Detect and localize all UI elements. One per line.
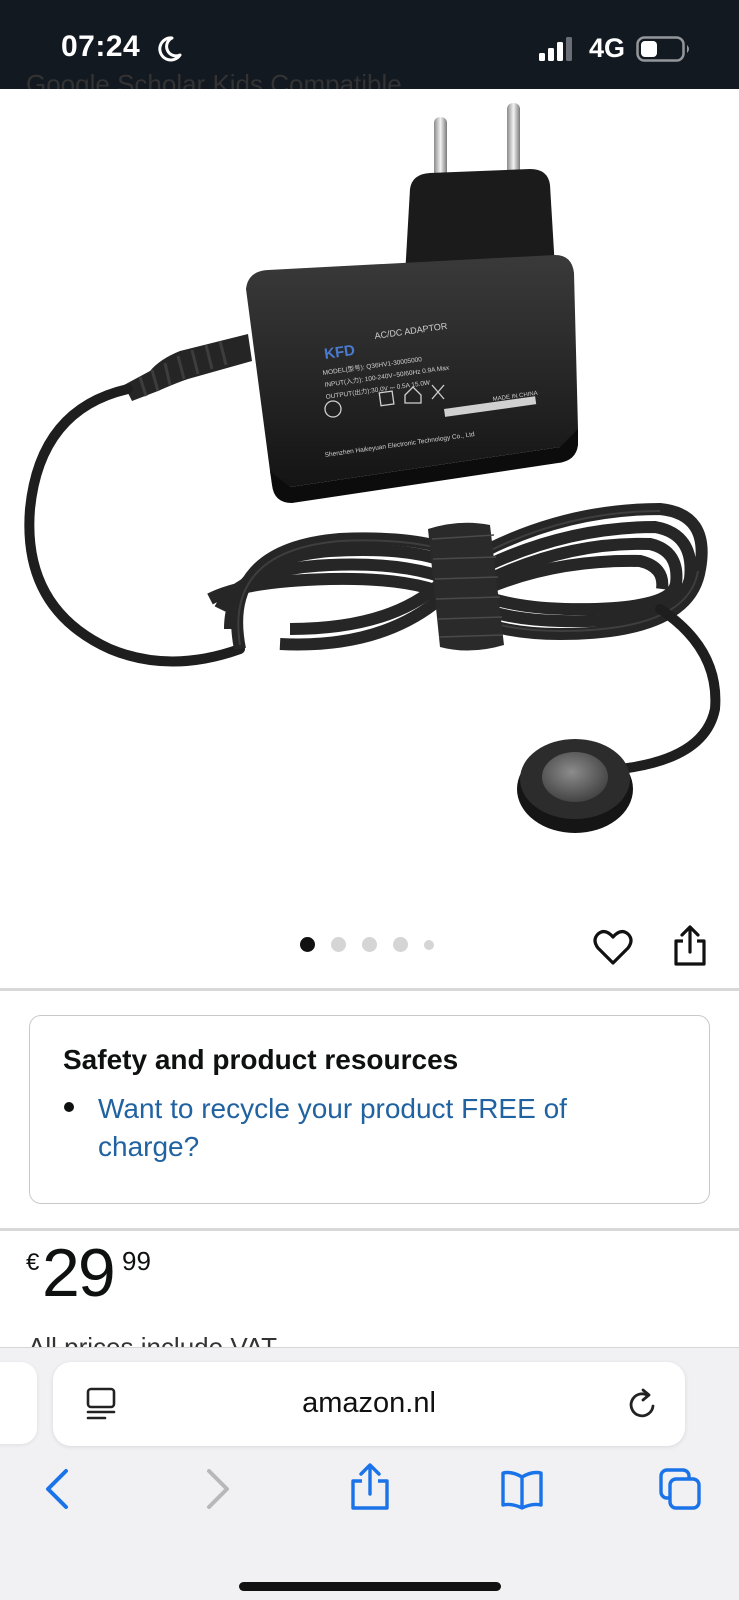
bullet-point xyxy=(64,1102,74,1112)
reload-icon[interactable] xyxy=(627,1387,659,1421)
carousel-dot[interactable] xyxy=(424,939,434,950)
signal-icon xyxy=(539,37,572,61)
section-divider xyxy=(0,988,739,991)
price-fraction: 99 xyxy=(122,1246,151,1276)
battery-icon xyxy=(636,36,689,62)
share-icon[interactable] xyxy=(348,1463,392,1511)
carousel-dot[interactable] xyxy=(331,937,346,952)
safety-title: Safety and product resources xyxy=(63,1044,459,1075)
previous-tab-preview[interactable] xyxy=(0,1362,37,1444)
tabs-icon[interactable] xyxy=(658,1467,702,1511)
bookmarks-icon[interactable] xyxy=(500,1467,544,1511)
browser-toolbar: amazon.nl xyxy=(0,1347,739,1600)
recycle-link[interactable]: Want to recycle your product FREE of cha… xyxy=(98,1090,658,1166)
network-label: 4G xyxy=(589,33,626,63)
address-bar[interactable]: amazon.nl xyxy=(53,1362,685,1446)
carousel-dot[interactable] xyxy=(300,937,315,952)
heart-icon[interactable] xyxy=(593,928,633,966)
vat-note: All prices include VAT. xyxy=(28,1332,282,1348)
back-icon[interactable] xyxy=(38,1467,82,1511)
status-time: 07:24 xyxy=(61,30,141,63)
product-image[interactable]: KFD AC/DC ADAPTOR MODEL(型号): Q36HV1-3000… xyxy=(0,89,739,899)
carousel-dots[interactable] xyxy=(300,937,434,952)
clipped-page-text: Google Scholar Kids Compatible xyxy=(26,69,402,89)
carousel-dot[interactable] xyxy=(362,937,377,952)
price-currency: € xyxy=(26,1249,40,1276)
home-indicator[interactable] xyxy=(239,1582,501,1591)
moon-icon xyxy=(158,36,182,62)
carousel-dot[interactable] xyxy=(393,937,408,952)
address-text[interactable]: amazon.nl xyxy=(53,1387,685,1420)
section-divider xyxy=(0,1228,739,1231)
safety-card: Safety and product resources Want to rec… xyxy=(29,1015,710,1204)
share-icon[interactable] xyxy=(672,925,708,967)
forward-icon[interactable] xyxy=(193,1467,237,1511)
price-whole: 29 xyxy=(42,1235,116,1311)
